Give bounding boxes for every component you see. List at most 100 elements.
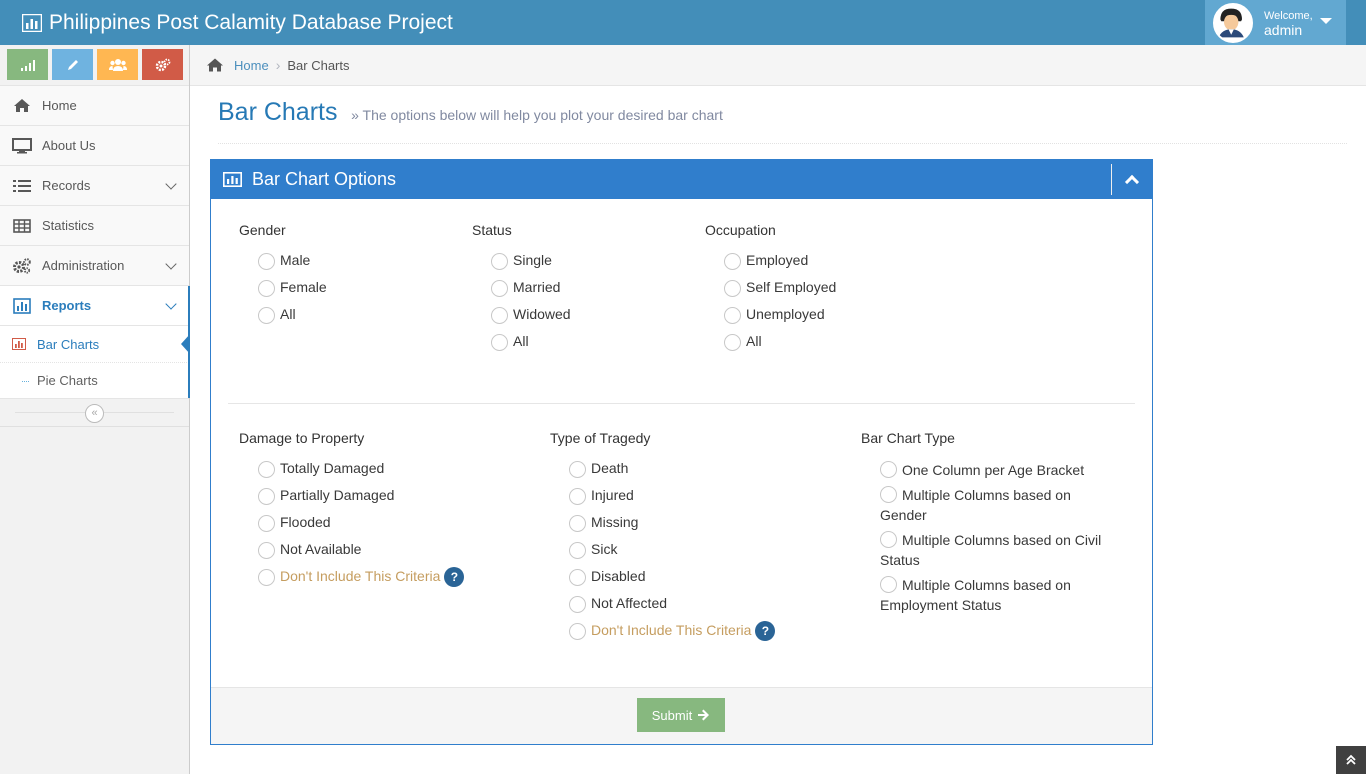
- status-option-single[interactable]: Single: [472, 252, 571, 279]
- collapse-widget-button[interactable]: [1111, 164, 1152, 195]
- breadcrumb-current: Bar Charts: [287, 57, 350, 73]
- radio-button[interactable]: [569, 461, 586, 478]
- tragedy-option-disabled[interactable]: Disabled: [550, 568, 775, 595]
- option-label: Partially Damaged: [280, 487, 395, 503]
- tragedy-option-injured[interactable]: Injured: [550, 487, 775, 514]
- option-label: Single: [513, 252, 552, 268]
- occupation-option-self-employed[interactable]: Self Employed: [705, 279, 836, 306]
- sidebar-item-reports[interactable]: Reports: [0, 286, 190, 326]
- tragedy-option-death[interactable]: Death: [550, 460, 775, 487]
- chart-type-option-age-bracket[interactable]: One Column per Age Bracket: [861, 460, 1111, 480]
- damage-group: Damage to Property Totally Damaged Parti…: [239, 430, 465, 595]
- sidebar-item-about-us[interactable]: About Us: [0, 126, 189, 166]
- radio-button[interactable]: [569, 515, 586, 532]
- radio-button[interactable]: [258, 515, 275, 532]
- chart-type-option-employment-status[interactable]: Multiple Columns based on Employment Sta…: [861, 575, 1111, 615]
- users-shortcut-button[interactable]: [97, 49, 138, 80]
- radio-button[interactable]: [569, 488, 586, 505]
- user-menu[interactable]: Welcome, admin: [1205, 0, 1346, 45]
- radio-button[interactable]: [880, 531, 897, 549]
- sidebar-item-home[interactable]: Home: [0, 86, 189, 126]
- radio-button[interactable]: [880, 461, 897, 479]
- radio-button[interactable]: [258, 488, 275, 505]
- radio-button[interactable]: [569, 569, 586, 586]
- submit-label: Submit: [651, 707, 693, 723]
- page-title: Bar Charts: [218, 98, 338, 126]
- radio-button[interactable]: [569, 542, 586, 559]
- form-actions: Submit: [211, 687, 1152, 744]
- chevron-down-icon: [165, 178, 177, 190]
- signal-shortcut-button[interactable]: [7, 49, 48, 80]
- radio-button[interactable]: [491, 280, 508, 297]
- occupation-option-all[interactable]: All: [705, 333, 836, 360]
- home-icon: [12, 98, 32, 114]
- radio-button[interactable]: [258, 280, 275, 297]
- submit-button[interactable]: Submit: [637, 698, 725, 732]
- status-option-married[interactable]: Married: [472, 279, 571, 306]
- double-chevron-left-icon[interactable]: «: [85, 404, 104, 423]
- radio-button[interactable]: [258, 461, 275, 478]
- radio-button[interactable]: [258, 253, 275, 270]
- sidebar-item-statistics[interactable]: Statistics: [0, 206, 189, 246]
- chevron-down-icon: [165, 258, 177, 270]
- scroll-to-top-button[interactable]: [1336, 746, 1366, 774]
- gender-option-female[interactable]: Female: [239, 279, 327, 306]
- tragedy-option-not-affected[interactable]: Not Affected: [550, 595, 775, 622]
- sidebar-item-bar-charts[interactable]: Bar Charts: [0, 326, 190, 362]
- tragedy-group: Type of Tragedy Death Injured Missing Si…: [550, 430, 776, 649]
- radio-button[interactable]: [724, 334, 741, 351]
- chart-type-option-civil-status[interactable]: Multiple Columns based on Civil Status: [861, 530, 1111, 570]
- chart-type-option-gender[interactable]: Multiple Columns based on Gender: [861, 485, 1111, 525]
- sidebar-item-administration[interactable]: Administration: [0, 246, 189, 286]
- sidebar-item-pie-charts[interactable]: Pie Charts: [0, 362, 189, 398]
- chart-type-group: Bar Chart Type One Column per Age Bracke…: [861, 430, 1111, 620]
- radio-button[interactable]: [724, 307, 741, 324]
- radio-button[interactable]: [491, 307, 508, 324]
- radio-button[interactable]: [724, 280, 741, 297]
- sub-item-label: Bar Charts: [37, 336, 100, 352]
- damage-option-flooded[interactable]: Flooded: [239, 514, 464, 541]
- option-label: Don't Include This Criteria: [591, 622, 752, 638]
- status-option-all[interactable]: All: [472, 333, 571, 360]
- sidebar-item-label: Reports: [42, 298, 92, 313]
- option-label: Not Available: [280, 541, 362, 557]
- tragedy-option-missing[interactable]: Missing: [550, 514, 775, 541]
- breadcrumb-home-link[interactable]: Home: [234, 58, 269, 73]
- damage-option-totally-damaged[interactable]: Totally Damaged: [239, 460, 464, 487]
- gender-option-male[interactable]: Male: [239, 252, 327, 279]
- radio-button[interactable]: [880, 576, 897, 594]
- radio-button[interactable]: [258, 307, 275, 324]
- gender-option-all[interactable]: All: [239, 306, 327, 333]
- radio-button[interactable]: [491, 253, 508, 270]
- radio-button[interactable]: [569, 623, 586, 640]
- option-label: All: [513, 333, 529, 349]
- radio-button[interactable]: [258, 542, 275, 559]
- gender-label: Gender: [239, 222, 286, 238]
- radio-button[interactable]: [569, 596, 586, 613]
- brand[interactable]: Philippines Post Calamity Database Proje…: [22, 0, 453, 45]
- occupation-option-unemployed[interactable]: Unemployed: [705, 306, 836, 333]
- sidebar-collapse-bar: «: [0, 399, 189, 427]
- radio-button[interactable]: [724, 253, 741, 270]
- status-label: Status: [472, 222, 512, 238]
- user-avatar-icon: [1215, 4, 1248, 37]
- pencil-icon: [67, 59, 78, 70]
- tragedy-option-sick[interactable]: Sick: [550, 541, 775, 568]
- help-icon[interactable]: ?: [444, 567, 465, 587]
- option-label: Female: [280, 279, 327, 295]
- pencil-shortcut-button[interactable]: [52, 49, 93, 80]
- radio-button[interactable]: [880, 486, 897, 504]
- damage-option-not-available[interactable]: Not Available: [239, 541, 464, 568]
- occupation-option-employed[interactable]: Employed: [705, 252, 836, 279]
- damage-option-partially-damaged[interactable]: Partially Damaged: [239, 487, 464, 514]
- cogs-shortcut-button[interactable]: [142, 49, 183, 80]
- radio-button[interactable]: [491, 334, 508, 351]
- sidebar-item-records[interactable]: Records: [0, 166, 189, 206]
- app-title: Philippines Post Calamity Database Proje…: [49, 10, 453, 34]
- damage-option-dont-include[interactable]: Don't Include This Criteria?: [239, 567, 465, 595]
- help-icon[interactable]: ?: [755, 621, 776, 641]
- option-label: Totally Damaged: [280, 460, 385, 476]
- status-option-widowed[interactable]: Widowed: [472, 306, 571, 333]
- tragedy-option-dont-include[interactable]: Don't Include This Criteria?: [550, 621, 776, 649]
- radio-button[interactable]: [258, 569, 275, 586]
